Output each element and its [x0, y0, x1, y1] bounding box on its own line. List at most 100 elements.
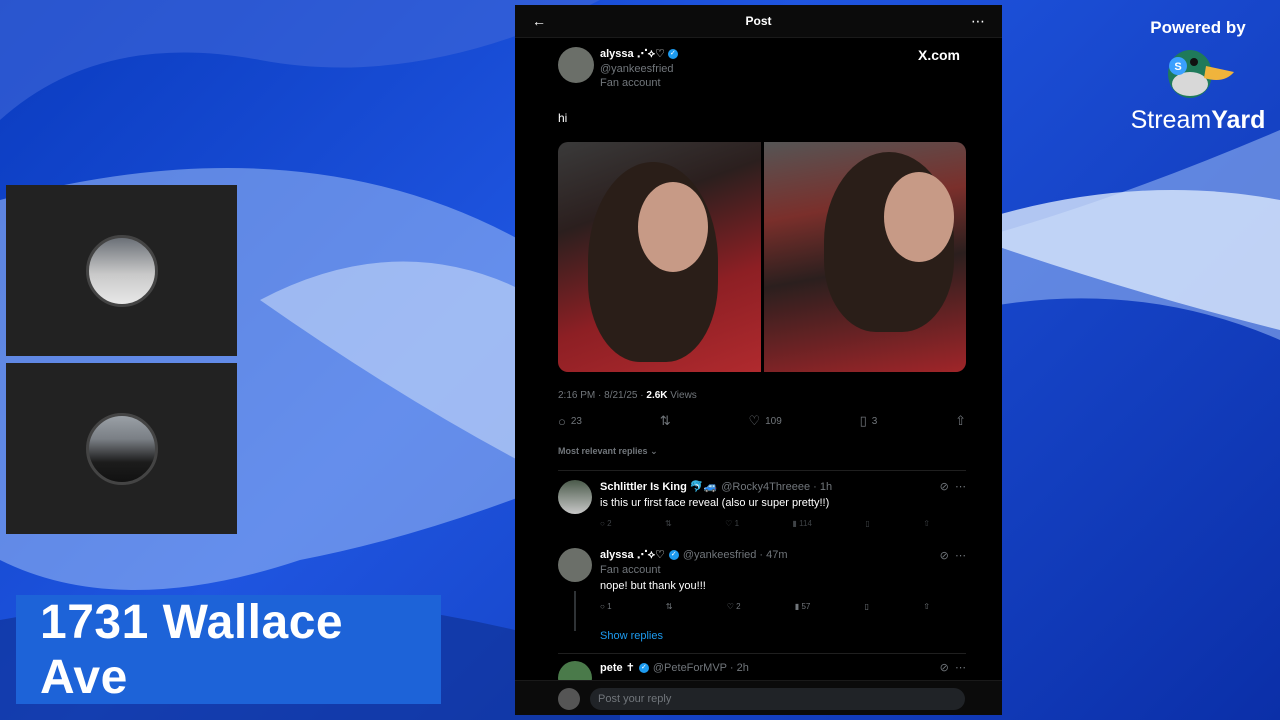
share-button[interactable]: ⇧ [955, 413, 966, 429]
retweet-icon: ⇅ [659, 413, 671, 428]
reply-avatar[interactable] [558, 548, 592, 582]
bookmark-count: 3 [871, 415, 878, 427]
reply-bookmark-button[interactable]: ▯ [865, 519, 869, 528]
reply-author-name[interactable]: pete ✝︎ [600, 661, 635, 674]
like-count: 109 [765, 415, 782, 427]
reply-composer: Post your reply [515, 680, 1002, 715]
grok-icon[interactable]: ⊘ [940, 550, 949, 562]
camera-tile-2 [6, 363, 237, 534]
reply-item[interactable]: alyssa ⋰⟡♡ ✓ @yankeesfried · 47m ⊘ ⋯ Fan… [558, 548, 966, 611]
reply-reply-button[interactable]: ○ 1 [600, 602, 612, 611]
show-replies-link[interactable]: Show replies [600, 630, 663, 642]
camera-tile-1 [6, 185, 237, 356]
reply-more-icon[interactable]: ⋯ [955, 662, 966, 674]
reply-count: 23 [570, 415, 582, 427]
streamyard-duck-icon: S [1168, 50, 1234, 98]
reply-bookmark-button[interactable]: ▯ [865, 602, 869, 611]
share-icon: ⇧ [955, 413, 966, 428]
reply-author-meta[interactable]: @Rocky4Threeee · 1h [721, 481, 832, 493]
photo-1-face [638, 182, 708, 272]
reply-author-meta[interactable]: @PeteForMVP · 2h [653, 662, 749, 674]
author-avatar[interactable] [558, 47, 594, 83]
reply-reply-button[interactable]: ○ 2 [600, 519, 612, 528]
reply-input[interactable]: Post your reply [590, 688, 965, 710]
reply-icon: ○ [558, 413, 566, 429]
reply-item[interactable]: Schlittler Is King 🐬🚙 @Rocky4Threeee · 1… [558, 480, 966, 528]
reply-reply-count: 1 [607, 602, 612, 611]
heart-icon: ♡ [725, 519, 733, 528]
photo-2-face [883, 172, 954, 262]
reply-like-button[interactable]: ♡ 1 [725, 519, 739, 528]
reply-share-button[interactable]: ⇧ [923, 519, 930, 528]
fan-account-label: Fan account [600, 77, 661, 89]
reply-views-count: 114 [799, 519, 812, 528]
post-author[interactable]: alyssa ⋰⟡♡ ✓ @yankeesfried Fan account [558, 47, 678, 89]
participant-avatar-2 [85, 412, 158, 485]
bookmark-icon: ▯ [859, 413, 867, 428]
streamyard-branding: Powered by S StreamYard [1128, 18, 1268, 135]
bookmark-icon: ▯ [864, 602, 870, 611]
reply-author-name[interactable]: Schlittler Is King 🐬🚙 [600, 480, 717, 493]
divider [558, 653, 966, 654]
post-text: hi [558, 111, 568, 125]
post-title: Post [745, 14, 772, 28]
reply-actions: ○ 2 ⇅ ♡ 1 ▮ 114 ▯ ⇧ [600, 519, 930, 528]
x-com-watermark: X.com [917, 47, 960, 63]
post-photo-1[interactable] [558, 142, 761, 372]
reply-author-name[interactable]: alyssa ⋰⟡♡ [600, 548, 665, 562]
heart-icon: ♡ [748, 413, 761, 428]
reply-icon: ○ [600, 602, 605, 611]
reply-like-button[interactable]: ♡ 2 [727, 602, 741, 611]
verified-badge-icon: ✓ [667, 49, 678, 60]
share-icon: ⇧ [923, 519, 930, 528]
most-relevant-replies-dropdown[interactable]: Most relevant replies ⌄ [558, 446, 658, 457]
reply-like-count: 1 [734, 519, 740, 528]
post-timestamp: 2:16 PM · 8/21/25 · 2.6K Views [558, 390, 697, 401]
reply-reply-count: 2 [607, 519, 612, 528]
reply-more-icon[interactable]: ⋯ [955, 550, 966, 562]
reply-button[interactable]: ○ 23 [558, 413, 582, 429]
lower-third-banner: 1731 Wallace Ave [16, 595, 441, 704]
reply-more-icon[interactable]: ⋯ [955, 481, 966, 493]
reply-icon: ○ [600, 519, 605, 528]
reply-retweet-button[interactable]: ⇅ [666, 602, 673, 611]
verified-badge-icon: ✓ [668, 550, 679, 560]
timestamp-text: 2:16 PM · 8/21/25 · [558, 390, 644, 401]
composer-avatar [558, 688, 580, 710]
post-media[interactable] [558, 142, 966, 372]
reply-share-button[interactable]: ⇧ [923, 602, 930, 611]
reply-views-count: 57 [801, 602, 811, 611]
reply-text: nope! but thank you!!! [600, 580, 706, 592]
reply-views-button[interactable]: ▮ 114 [793, 519, 812, 528]
retweet-button[interactable]: ⇅ [660, 413, 671, 429]
share-icon: ⇧ [923, 602, 930, 611]
svg-text:S: S [1174, 61, 1181, 73]
powered-by-label: Powered by [1150, 18, 1246, 37]
lower-third-title: 1731 Wallace Ave [40, 595, 344, 704]
author-handle[interactable]: @yankeesfried [600, 63, 678, 75]
views-icon: ▮ [792, 519, 797, 528]
fan-account-label: Fan account [600, 564, 661, 576]
grok-icon[interactable]: ⊘ [940, 662, 949, 674]
x-post-panel: ← Post ⋯ alyssa ⋰⟡♡ ✓ @yankeesfried Fan … [515, 5, 1002, 715]
brand-yard-text: Yard [1211, 106, 1266, 134]
post-photo-2[interactable] [763, 142, 966, 372]
reply-views-button[interactable]: ▮ 57 [795, 602, 811, 611]
grok-icon[interactable]: ⊘ [940, 481, 949, 493]
verified-badge-icon: ✓ [638, 662, 649, 673]
divider [558, 470, 966, 471]
reply-avatar[interactable] [558, 480, 592, 514]
author-name[interactable]: alyssa ⋰⟡♡ [600, 48, 665, 60]
heart-icon: ♡ [726, 602, 734, 611]
reply-author-meta[interactable]: @yankeesfried · 47m [683, 549, 788, 561]
bookmark-button[interactable]: ▯ 3 [860, 413, 878, 429]
retweet-icon: ⇅ [665, 519, 672, 528]
more-options-icon[interactable]: ⋯ [970, 13, 986, 30]
reply-retweet-button[interactable]: ⇅ [665, 519, 672, 528]
retweet-icon: ⇅ [665, 602, 673, 611]
post-actions: ○ 23 ⇅ ♡ 109 ▯ 3 ⇧ [558, 413, 966, 429]
views-icon: ▮ [794, 602, 800, 611]
reply-actions: ○ 1 ⇅ ♡ 2 ▮ 57 ▯ ⇧ [600, 602, 930, 611]
like-button[interactable]: ♡ 109 [748, 413, 781, 429]
back-arrow-icon[interactable]: ← [531, 13, 547, 29]
